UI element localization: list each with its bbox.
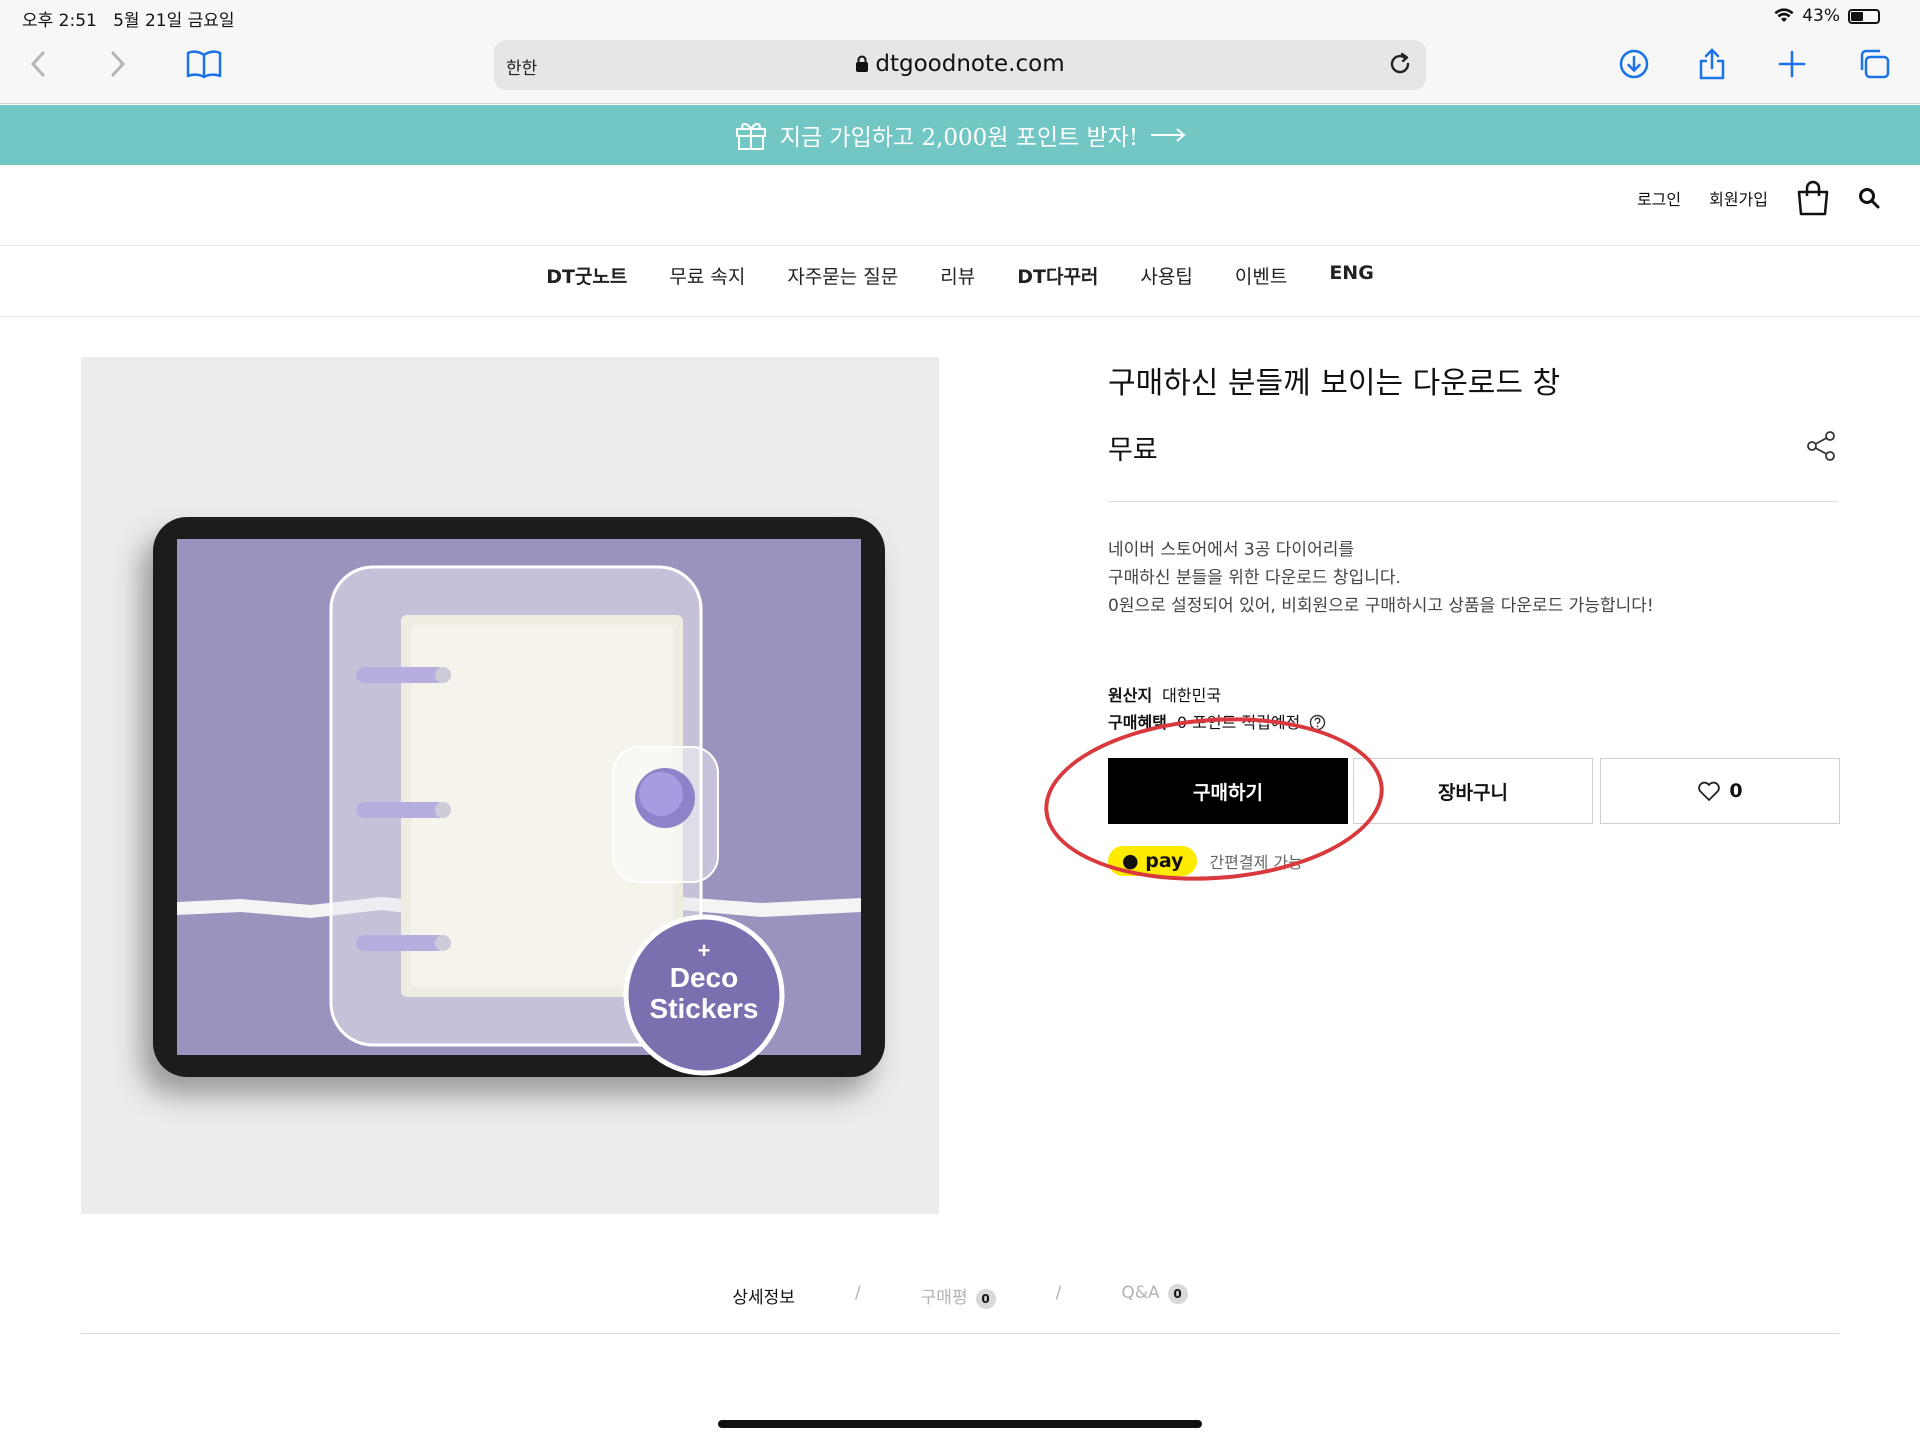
product-info: 구매하신 분들께 보이는 다운로드 창 무료 네이버 스토어에서 3공 다이어리… [1108,358,1840,876]
signup-link[interactable]: 회원가입 [1709,186,1768,210]
address-bar[interactable]: 한한 dtgoodnote.com [494,40,1426,90]
status-time: 오후 2:51 5월 21일 금요일 [22,11,235,31]
wishlist-button[interactable]: 0 [1600,758,1840,824]
add-to-cart-button[interactable]: 장바구니 [1353,758,1593,824]
tab-detail[interactable]: 상세정보 [732,1283,795,1309]
nav-item-dtgoodnote[interactable]: DT굿노트 [546,262,627,289]
promo-banner[interactable]: 지금 가입하고 2,000원 포인트 받자! [0,105,1920,165]
forward-icon[interactable] [96,42,140,86]
wishlist-count: 0 [1729,780,1743,802]
deco-badge-text: + Deco Stickers [649,938,759,1024]
browser-toolbar: 한한 dtgoodnote.com [0,32,1920,104]
heart-icon [1698,781,1721,801]
util-nav: 로그인 회원가입 [1637,180,1880,216]
product-price: 무료 [1108,435,1158,466]
reload-icon[interactable] [1386,50,1414,78]
url-domain: dtgoodnote.com [494,51,1426,77]
annotation-circle [1038,706,1390,892]
lock-icon [856,55,869,72]
qna-count-badge: 0 [1167,1284,1188,1304]
nav-item-reviews[interactable]: 리뷰 [940,262,975,289]
tab-reviews[interactable]: 구매평 0 [921,1283,996,1309]
gift-icon [735,123,766,150]
tab-separator: / [854,1283,861,1303]
bookmarks-icon[interactable] [182,42,226,86]
back-icon[interactable] [16,42,60,86]
nav-item-free-templates[interactable]: 무료 속지 [669,262,745,289]
tab-qna[interactable]: Q&A 0 [1121,1283,1188,1309]
review-count-badge: 0 [975,1289,996,1309]
new-tab-icon[interactable] [1770,42,1814,86]
tabs-divider [81,1333,1839,1334]
battery-percent: 43% [1802,6,1840,26]
nav-item-faq[interactable]: 자주묻는 질문 [787,262,898,289]
share-icon[interactable] [1690,42,1734,86]
product-description: 네이버 스토어에서 3공 다이어리를 구매하신 분들을 위한 다운로드 창입니다… [1108,540,1654,616]
nav-item-dtdakkuer[interactable]: DT다꾸러 [1017,262,1098,289]
wifi-icon [1774,8,1794,22]
battery-icon [1848,8,1880,24]
main-nav: DT굿노트 무료 속지 자주묻는 질문 리뷰 DT다꾸러 사용팁 이벤트 ENG [0,262,1920,289]
promo-text: 지금 가입하고 2,000원 포인트 받자! [779,125,1139,151]
product-title: 구매하신 분들께 보이는 다운로드 창 [1108,366,1561,401]
tab-separator: / [1055,1283,1062,1303]
status-bar: 오후 2:51 5월 21일 금요일 43% [0,0,1920,32]
home-indicator[interactable] [718,1420,1202,1428]
share-network-icon[interactable] [1806,430,1838,462]
header-divider [0,245,1920,246]
detail-tabs: 상세정보 / 구매평 0 / Q&A 0 [0,1283,1920,1309]
nav-item-events[interactable]: 이벤트 [1235,262,1287,289]
price-divider [1108,501,1838,502]
download-icon[interactable] [1612,42,1656,86]
nav-item-eng[interactable]: ENG [1329,262,1373,289]
origin-row: 원산지 대한민국 [1108,686,1222,705]
login-link[interactable]: 로그인 [1637,186,1681,210]
search-icon[interactable] [1858,187,1880,209]
arrow-right-icon [1151,128,1186,142]
nav-divider [0,316,1920,317]
product-illustration [153,517,885,1077]
nav-item-tips[interactable]: 사용팁 [1140,262,1192,289]
product-image: + Deco Stickers [81,357,939,1214]
shopping-bag-icon[interactable] [1796,180,1830,216]
tabs-overview-icon[interactable] [1852,42,1896,86]
status-right: 43% [1774,6,1880,26]
